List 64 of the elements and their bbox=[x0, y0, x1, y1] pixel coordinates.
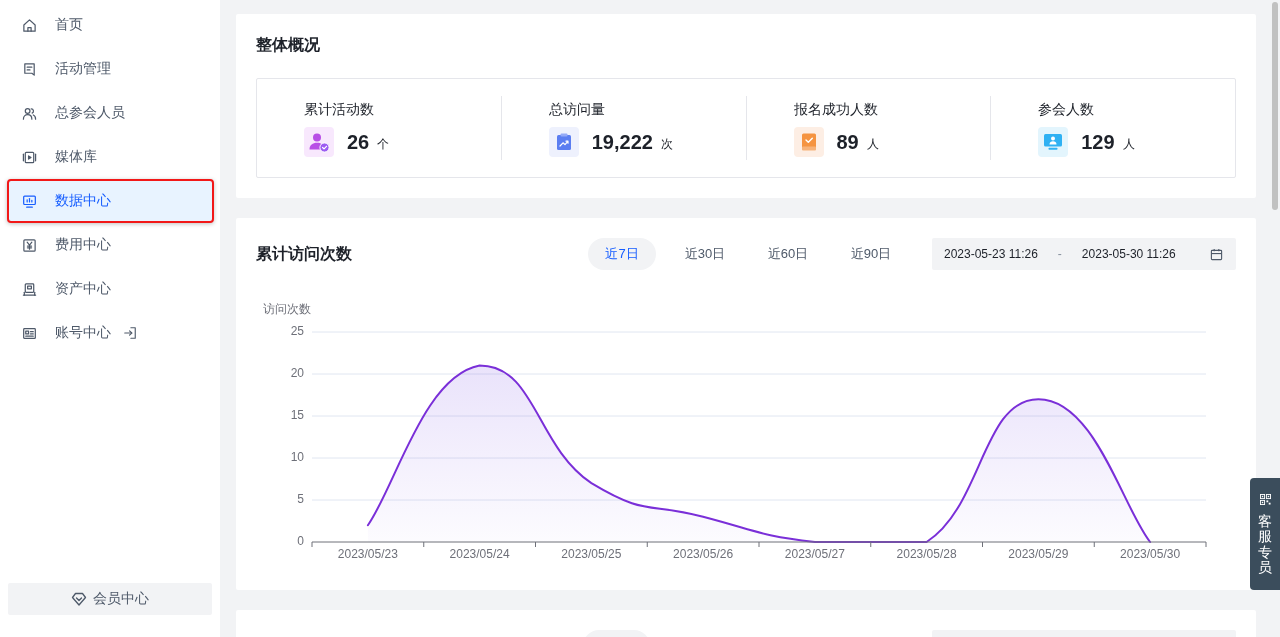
member-center-button[interactable]: 会员中心 bbox=[8, 583, 212, 615]
end-date: 2023-05-30 11:26 bbox=[1081, 247, 1176, 261]
y-tick-label: 25 bbox=[290, 324, 304, 339]
film-icon bbox=[22, 149, 37, 165]
sidebar-item[interactable]: 费用中心 bbox=[7, 223, 214, 267]
stat-value: 129 bbox=[1081, 130, 1115, 154]
x-tick-label: 2023/05/23 bbox=[337, 547, 398, 562]
period-tab[interactable]: 近7日 bbox=[588, 238, 656, 270]
y-axis-title: 访问次数 bbox=[263, 302, 311, 317]
calendar-icon bbox=[1210, 247, 1223, 261]
sidebar-item[interactable]: 总参会人员 bbox=[7, 91, 214, 135]
x-tick-label: 2023/05/27 bbox=[784, 547, 845, 562]
sidebar-item[interactable]: 媒体库 bbox=[7, 135, 214, 179]
sidebar-item[interactable]: 资产中心 bbox=[7, 267, 214, 311]
home-icon bbox=[22, 17, 37, 33]
monitor-chart-icon bbox=[22, 193, 37, 209]
person-check-icon bbox=[304, 127, 334, 157]
start-date: 2023-05-23 11:26 bbox=[944, 247, 1038, 261]
sidebar-item[interactable]: 账号中心 bbox=[7, 311, 214, 355]
x-tick-label: 2023/05/24 bbox=[449, 547, 510, 562]
date-separator: - bbox=[1057, 247, 1062, 261]
period-tab[interactable]: 近30日 bbox=[671, 238, 739, 270]
stat-unit: 人 bbox=[1122, 136, 1135, 153]
y-tick-label: 10 bbox=[290, 450, 304, 465]
stat-label: 报名成功人数 bbox=[793, 100, 879, 119]
stat-unit: 人 bbox=[866, 136, 879, 153]
x-tick-label: 2023/05/30 bbox=[1120, 547, 1181, 562]
stat-value: 89 bbox=[836, 130, 859, 154]
stat-label: 参会人数 bbox=[1038, 100, 1096, 119]
y-tick-label: 20 bbox=[290, 366, 304, 381]
id-card-icon bbox=[22, 325, 37, 341]
customer-service-button[interactable]: 客服专员 bbox=[1250, 478, 1280, 590]
x-tick-label: 2023/05/29 bbox=[1008, 547, 1069, 562]
note-icon bbox=[22, 61, 37, 77]
y-tick-label: 0 bbox=[297, 534, 304, 549]
x-tick-label: 2023/05/28 bbox=[896, 547, 957, 562]
stat-value: 19,222 bbox=[591, 130, 653, 154]
x-tick-label: 2023/05/25 bbox=[561, 547, 622, 562]
x-tick-label: 2023/05/26 bbox=[673, 547, 734, 562]
scrollbar-thumb[interactable] bbox=[1272, 2, 1278, 210]
stat-unit: 次 bbox=[660, 136, 673, 153]
card-title: 累计访问次数 bbox=[256, 244, 353, 264]
y-tick-label: 15 bbox=[290, 408, 304, 423]
diamond-icon bbox=[71, 591, 87, 607]
date-range-field[interactable]: 2023-05-23 11:26 - 2023-05-30 11:26 bbox=[932, 238, 1236, 270]
qr-code-icon bbox=[1259, 494, 1271, 505]
stat-label: 累计活动数 bbox=[304, 100, 375, 119]
y-tick-label: 5 bbox=[297, 492, 304, 507]
book-check-icon bbox=[793, 127, 824, 157]
login-icon[interactable] bbox=[123, 326, 137, 340]
stat-value: 26 bbox=[347, 130, 370, 154]
sidebar-item[interactable]: 数据中心 bbox=[7, 179, 214, 223]
computer-icon bbox=[22, 281, 37, 297]
monitor-person-icon bbox=[1038, 127, 1069, 157]
sidebar-item[interactable]: 活动管理 bbox=[7, 47, 214, 91]
people-icon bbox=[22, 105, 37, 121]
stat-label: 总访问量 bbox=[548, 100, 606, 119]
period-tab[interactable]: 近60日 bbox=[754, 238, 822, 270]
period-tab[interactable]: 近90日 bbox=[837, 238, 905, 270]
card-title: 整体概况 bbox=[256, 35, 321, 55]
clipboard-chart-icon bbox=[548, 127, 579, 157]
stat-unit: 个 bbox=[377, 136, 390, 153]
yen-icon bbox=[22, 237, 37, 253]
sidebar-item[interactable]: 首页 bbox=[7, 3, 214, 47]
